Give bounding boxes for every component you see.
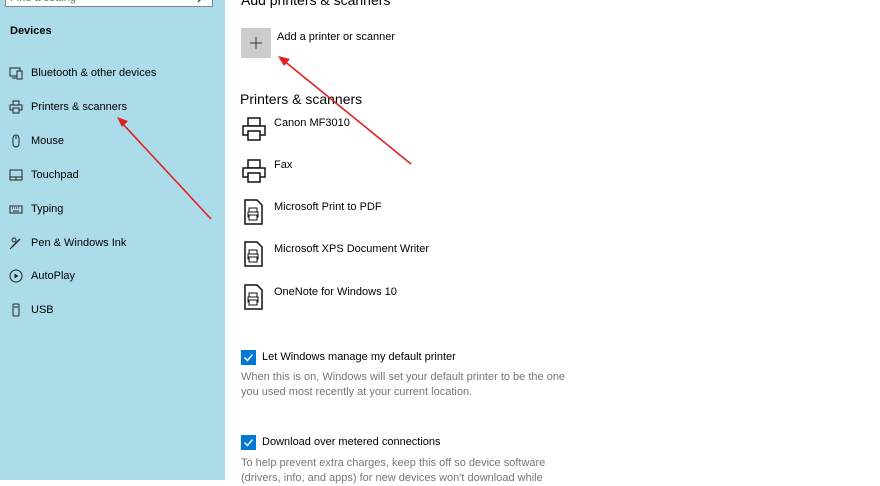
autoplay-icon: [8, 268, 24, 284]
printer-name: OneNote for Windows 10: [274, 286, 397, 298]
sidebar-item-label: Typing: [31, 202, 64, 215]
sidebar: Devices Bluetooth & other devices Printe…: [0, 0, 225, 480]
section-title: Devices: [10, 25, 52, 37]
metered-checkbox[interactable]: [241, 434, 256, 450]
pen-icon: [8, 235, 24, 251]
plus-icon: [250, 37, 262, 49]
default-printer-description: When this is on, Windows will set your d…: [241, 370, 571, 400]
sidebar-item-mouse[interactable]: Mouse: [0, 124, 225, 157]
printer-item-canon[interactable]: Canon MF3010: [240, 114, 640, 148]
sidebar-item-label: Printers & scanners: [31, 100, 127, 113]
sidebar-item-label: Touchpad: [31, 168, 79, 181]
add-printer-button[interactable]: [241, 28, 271, 58]
mouse-icon: [8, 133, 24, 149]
metered-checkbox-row[interactable]: Download over metered connections: [241, 434, 441, 450]
keyboard-icon: [8, 201, 24, 217]
sidebar-item-label: Mouse: [31, 134, 65, 147]
printer-name: Canon MF3010: [274, 117, 350, 129]
printer-item-xps[interactable]: Microsoft XPS Document Writer: [240, 240, 640, 274]
metered-desc-line2: (drivers, info, and apps) for new device…: [241, 472, 543, 484]
document-printer-icon: [244, 284, 263, 310]
sidebar-item-label: Pen & Windows Ink: [31, 236, 127, 249]
printer-icon: [242, 117, 266, 141]
sidebar-item-bluetooth[interactable]: Bluetooth & other devices: [0, 56, 225, 89]
search-icon[interactable]: [197, 0, 209, 6]
printer-icon: [242, 159, 266, 183]
printer-icon: [8, 99, 24, 115]
sidebar-item-label: AutoPlay: [31, 269, 76, 282]
printer-name: Fax: [274, 159, 293, 171]
sidebar-item-printers[interactable]: Printers & scanners: [0, 90, 225, 123]
printer-item-onenote[interactable]: OneNote for Windows 10: [240, 283, 640, 317]
document-printer-icon: [244, 199, 263, 225]
metered-description: To help prevent extra charges, keep this…: [241, 456, 571, 486]
sidebar-item-autoplay[interactable]: AutoPlay: [0, 259, 225, 292]
printer-name: Microsoft Print to PDF: [274, 201, 382, 213]
printer-name: Microsoft XPS Document Writer: [274, 243, 430, 255]
default-printer-checkbox[interactable]: [241, 349, 256, 365]
document-printer-icon: [244, 241, 263, 267]
sidebar-item-typing[interactable]: Typing: [0, 192, 225, 225]
search-input[interactable]: [10, 0, 190, 6]
sidebar-item-label: USB: [31, 303, 54, 316]
add-printer-label[interactable]: Add a printer or scanner: [277, 31, 395, 43]
default-printer-desc-line2: you used most recently at your current l…: [241, 386, 473, 398]
search-box[interactable]: [5, 0, 213, 7]
sidebar-item-label: Bluetooth & other devices: [31, 66, 157, 79]
checkmark-icon: [243, 438, 254, 447]
sidebar-item-pen[interactable]: Pen & Windows Ink: [0, 226, 225, 259]
printer-item-fax[interactable]: Fax: [240, 156, 640, 190]
usb-icon: [8, 302, 24, 318]
main-content: Add printers & scanners Add a printer or…: [225, 0, 880, 484]
default-printer-desc-line1: When this is on, Windows will set your d…: [241, 371, 566, 383]
metered-label: Download over metered connections: [262, 436, 441, 448]
default-printer-checkbox-row[interactable]: Let Windows manage my default printer: [241, 349, 456, 365]
checkmark-icon: [243, 353, 254, 362]
bluetooth-devices-icon: [8, 65, 24, 81]
add-printers-heading: Add printers & scanners: [241, 0, 391, 8]
sidebar-item-touchpad[interactable]: Touchpad: [0, 158, 225, 191]
default-printer-label: Let Windows manage my default printer: [262, 351, 456, 363]
metered-desc-line1: To help prevent extra charges, keep this…: [241, 457, 546, 469]
printers-heading: Printers & scanners: [240, 91, 363, 107]
sidebar-item-usb[interactable]: USB: [0, 293, 225, 326]
printer-item-pdf[interactable]: Microsoft Print to PDF: [240, 198, 640, 232]
touchpad-icon: [8, 167, 24, 183]
